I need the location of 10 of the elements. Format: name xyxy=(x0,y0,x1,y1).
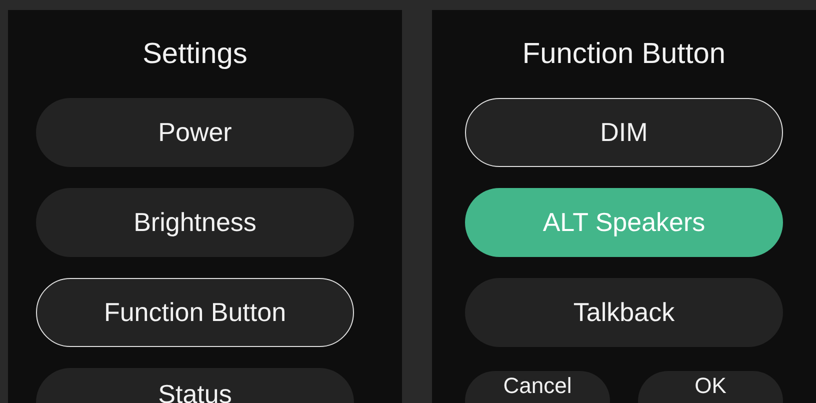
panel-title: Settings xyxy=(142,37,248,72)
ok-button[interactable]: OK xyxy=(638,371,783,403)
menu-item[interactable]: Power xyxy=(36,98,354,167)
cancel-button[interactable]: Cancel xyxy=(465,371,610,403)
menu-item[interactable]: Function Button xyxy=(36,278,354,347)
menu-item[interactable]: Status xyxy=(36,368,354,403)
option-button[interactable]: DIM xyxy=(465,98,783,167)
menu-item[interactable]: Brightness xyxy=(36,188,354,257)
option-button[interactable]: Talkback xyxy=(465,278,783,347)
panel-title: Function Button xyxy=(522,37,726,72)
